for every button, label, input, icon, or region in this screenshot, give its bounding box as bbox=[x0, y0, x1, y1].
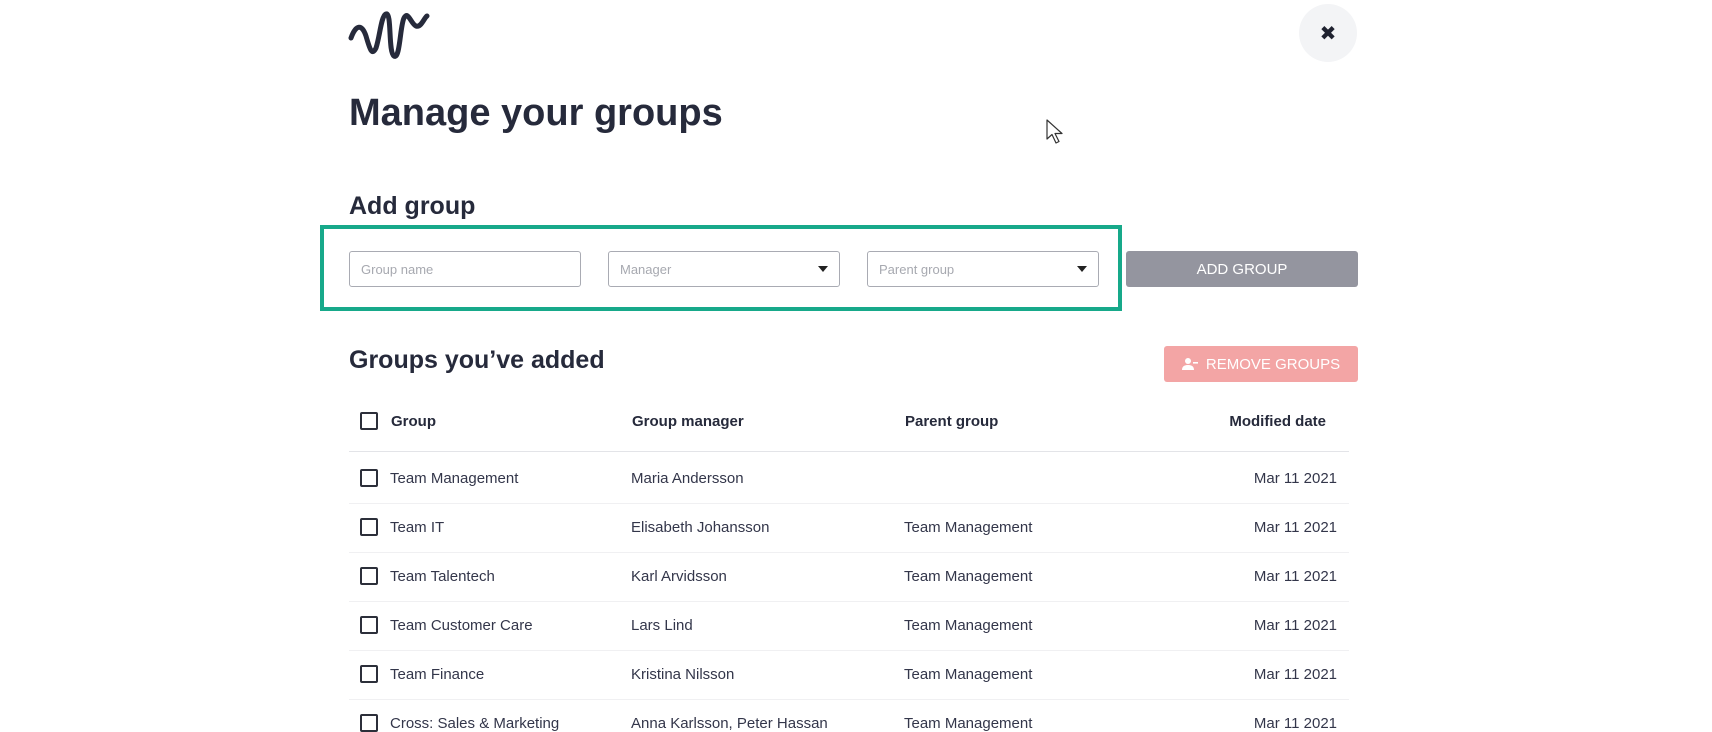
row-divider bbox=[349, 503, 1349, 504]
column-header-modified-date[interactable]: Modified date bbox=[1229, 413, 1326, 430]
manager-select[interactable]: Manager bbox=[608, 251, 840, 287]
parent-group-select-placeholder: Parent group bbox=[879, 261, 955, 277]
row-group-manager: Anna Karlsson, Peter Hassan bbox=[631, 715, 828, 732]
row-group-name: Cross: Sales & Marketing bbox=[390, 715, 560, 732]
column-header-group[interactable]: Group bbox=[391, 413, 436, 430]
row-modified-date: Mar 11 2021 bbox=[1253, 470, 1337, 487]
row-parent-group: Team Management bbox=[904, 519, 1033, 536]
row-modified-date: Mar 11 2021 bbox=[1253, 715, 1337, 732]
row-parent-group: Team Management bbox=[904, 568, 1033, 585]
row-group-name: Team Talentech bbox=[390, 568, 495, 585]
row-checkbox[interactable] bbox=[360, 616, 378, 634]
row-parent-group: Team Management bbox=[904, 617, 1033, 634]
group-name-input[interactable] bbox=[361, 261, 569, 277]
table-header-divider bbox=[349, 451, 1349, 452]
remove-groups-button-label: REMOVE GROUPS bbox=[1205, 355, 1341, 373]
row-modified-date: Mar 11 2021 bbox=[1253, 666, 1337, 683]
row-parent-group: Team Management bbox=[904, 715, 1033, 732]
row-group-name: Team Finance bbox=[390, 666, 485, 683]
add-group-title: Add group bbox=[349, 192, 476, 220]
select-all-checkbox[interactable] bbox=[360, 412, 378, 430]
remove-groups-button[interactable]: REMOVE GROUPS bbox=[1164, 346, 1358, 382]
row-divider bbox=[349, 601, 1349, 602]
row-group-name: Team Management bbox=[390, 470, 519, 487]
caret-down-icon bbox=[818, 266, 828, 272]
add-group-button-label: ADD GROUP bbox=[1196, 260, 1288, 278]
wave-logo-icon bbox=[348, 11, 430, 59]
close-button[interactable]: ✖ bbox=[1299, 4, 1357, 62]
app-logo bbox=[348, 6, 430, 62]
row-group-manager: Karl Arvidsson bbox=[631, 568, 727, 585]
remove-user-icon bbox=[1181, 358, 1198, 370]
mouse-cursor-icon bbox=[1046, 119, 1063, 144]
row-checkbox[interactable] bbox=[360, 469, 378, 487]
row-group-name: Team IT bbox=[390, 519, 445, 536]
row-divider bbox=[349, 552, 1349, 553]
column-header-parent-group[interactable]: Parent group bbox=[905, 413, 998, 430]
row-checkbox[interactable] bbox=[360, 567, 378, 585]
row-modified-date: Mar 11 2021 bbox=[1253, 568, 1337, 585]
row-divider bbox=[349, 699, 1349, 700]
manager-select-placeholder: Manager bbox=[620, 261, 672, 277]
row-group-name: Team Customer Care bbox=[390, 617, 533, 634]
row-divider bbox=[349, 650, 1349, 651]
caret-down-icon bbox=[1077, 266, 1087, 272]
close-icon: ✖ bbox=[1319, 22, 1337, 45]
row-group-manager: Elisabeth Johansson bbox=[631, 519, 770, 536]
row-checkbox[interactable] bbox=[360, 518, 378, 536]
row-group-manager: Lars Lind bbox=[631, 617, 693, 634]
group-name-field[interactable] bbox=[349, 251, 581, 287]
parent-group-select[interactable]: Parent group bbox=[867, 251, 1099, 287]
page-title: Manage your groups bbox=[349, 92, 723, 134]
row-checkbox[interactable] bbox=[360, 714, 378, 732]
row-modified-date: Mar 11 2021 bbox=[1253, 519, 1337, 536]
column-header-group-manager[interactable]: Group manager bbox=[632, 413, 744, 430]
row-parent-group: Team Management bbox=[904, 666, 1033, 683]
row-checkbox[interactable] bbox=[360, 665, 378, 683]
row-group-manager: Kristina Nilsson bbox=[631, 666, 735, 683]
row-group-manager: Maria Andersson bbox=[631, 470, 744, 487]
row-modified-date: Mar 11 2021 bbox=[1253, 617, 1337, 634]
add-group-button[interactable]: ADD GROUP bbox=[1126, 251, 1358, 287]
groups-title: Groups you’ve added bbox=[349, 346, 605, 374]
